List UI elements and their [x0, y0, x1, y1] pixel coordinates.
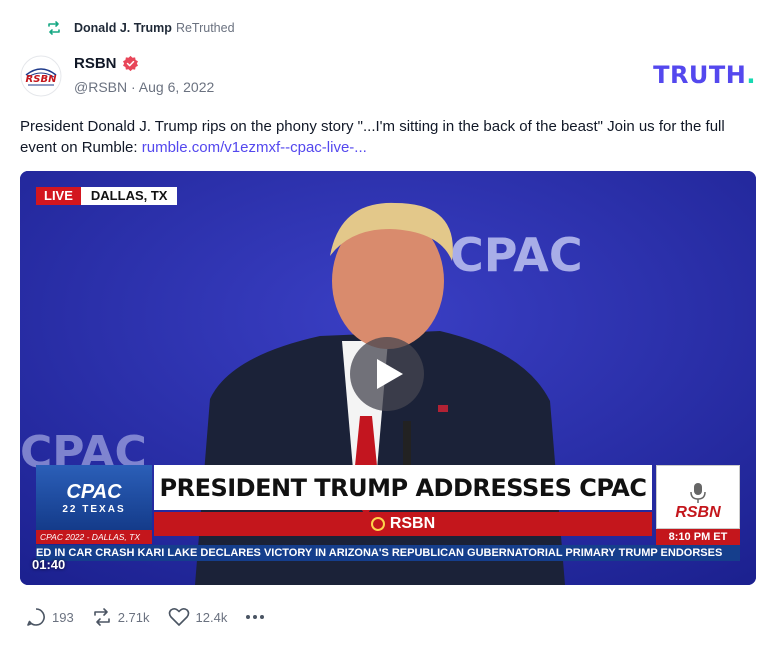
truth-logo-text: TRUTH: [653, 61, 747, 89]
post-text: President Donald J. Trump rips on the ph…: [20, 118, 725, 156]
retruth-button[interactable]: 2.71k: [92, 607, 150, 627]
play-icon: [377, 359, 403, 389]
video-duration: 01:40: [32, 557, 66, 572]
more-button[interactable]: [245, 614, 271, 620]
post-actions: 193 2.71k 12.4k: [26, 606, 289, 628]
headline-subbar: RSBN: [154, 512, 652, 536]
author-display-name[interactable]: RSBN: [74, 55, 139, 72]
rsbn-logo-box: RSBN: [656, 465, 740, 529]
retruth-banner: Donald J. Trump ReTruthed: [46, 19, 235, 37]
lower-third-graphic: CPAC 22 TEXAS CPAC 2022 - DALLAS, TX PRE…: [36, 463, 740, 561]
cpac-logo: CPAC 22 TEXAS: [36, 465, 152, 530]
retruth-user-name[interactable]: Donald J. Trump: [74, 21, 172, 35]
broadcast-time: 8:10 PM ET: [656, 529, 740, 545]
live-label: LIVE: [36, 187, 81, 205]
location-label: DALLAS, TX: [80, 187, 178, 205]
retruth-icon: [48, 21, 60, 35]
cpac-caption: CPAC 2022 - DALLAS, TX: [36, 530, 152, 544]
reply-count: 193: [52, 609, 74, 625]
retruth-action-icon: [93, 608, 110, 626]
author-name-text[interactable]: RSBN: [74, 55, 117, 72]
backdrop-cpac-text: CPAC: [450, 228, 583, 282]
retruth-count: 2.71k: [117, 609, 150, 625]
reply-icon: [27, 608, 45, 626]
heart-icon: [168, 608, 189, 626]
flag-pin: [438, 405, 448, 412]
like-button[interactable]: 12.4k: [168, 607, 228, 627]
author-handle-date[interactable]: @RSBN · Aug 6, 2022: [74, 79, 214, 95]
verified-badge-icon: [122, 55, 138, 72]
rsbn-play-icon: [370, 517, 385, 531]
reply-button[interactable]: 193: [26, 607, 74, 627]
rsbn-logo-text: RSBN: [675, 504, 721, 521]
cpac-logo-sub: 22 TEXAS: [62, 503, 126, 515]
truth-logo-dot: .: [746, 61, 756, 89]
post-body: President Donald J. Trump rips on the ph…: [20, 116, 760, 158]
subbar-text: RSBN: [389, 515, 436, 532]
play-button[interactable]: [350, 337, 424, 411]
avatar[interactable]: RSBN: [20, 55, 62, 97]
video-player[interactable]: CPAC CPAC LIVE DALLAS, TX CPAC 22 TEXAS …: [20, 171, 756, 585]
headline: PRESIDENT TRUMP ADDRESSES CPAC: [154, 465, 652, 510]
post-link[interactable]: rumble.com/v1ezmxf--cpac-live-...: [142, 139, 367, 156]
cpac-logo-text: CPAC: [66, 480, 122, 503]
more-icon: [246, 615, 265, 619]
retruth-verb: ReTruthed: [175, 21, 235, 35]
avatar-label: RSBN: [26, 74, 58, 85]
microphone-icon: [690, 483, 706, 503]
news-ticker: ED IN CAR CRASH KARI LAKE DECLARES VICTO…: [36, 545, 740, 561]
live-tag: LIVE DALLAS, TX: [36, 187, 178, 205]
like-count: 12.4k: [195, 609, 228, 625]
truth-logo[interactable]: TRUTH.: [653, 61, 756, 89]
